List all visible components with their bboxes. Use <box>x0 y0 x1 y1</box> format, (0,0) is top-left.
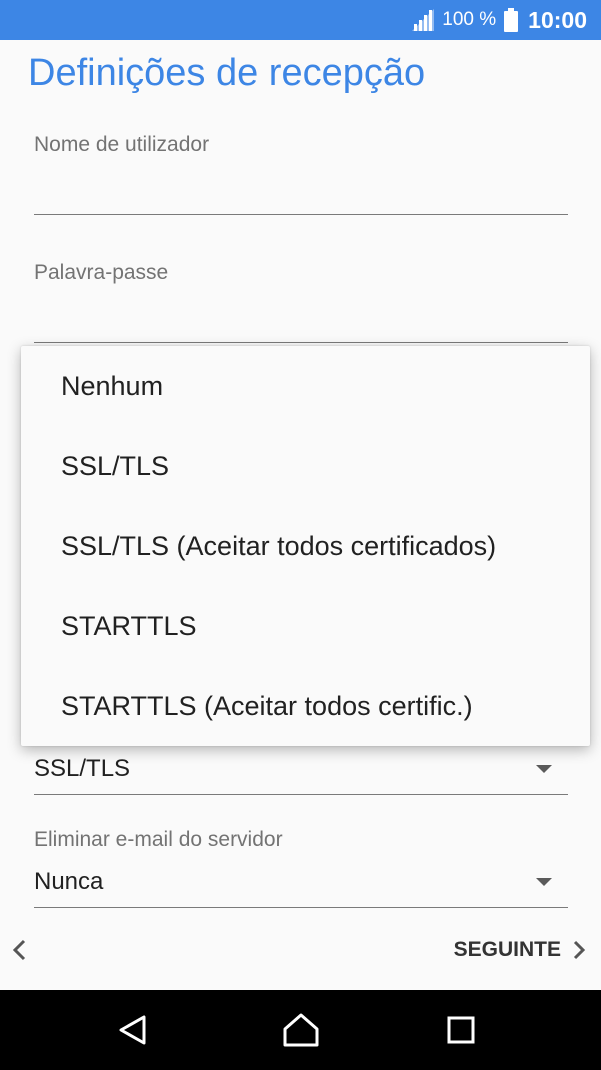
dropdown-option-ssl-tls-accept-all[interactable]: SSL/TLS (Aceitar todos certificados) <box>21 506 590 586</box>
nav-home-icon <box>283 1013 319 1047</box>
security-type-dropdown: Nenhum SSL/TLS SSL/TLS (Aceitar todos ce… <box>21 346 590 746</box>
dropdown-option-starttls-accept-all[interactable]: STARTTLS (Aceitar todos certific.) <box>21 666 590 746</box>
delete-email-label: Eliminar e-mail do servidor <box>34 828 283 851</box>
next-button-label: SEGUINTE <box>453 938 561 961</box>
security-type-select[interactable]: SSL/TLS <box>34 749 568 789</box>
password-input[interactable] <box>34 300 568 340</box>
delete-email-value: Nunca <box>34 868 104 895</box>
delete-email-select[interactable]: Nunca <box>34 862 568 902</box>
nav-recents-icon <box>447 1016 475 1044</box>
password-label: Palavra-passe <box>34 261 169 284</box>
clock: 10:00 <box>528 6 587 33</box>
next-button[interactable]: SEGUINTE <box>454 933 587 967</box>
signal-icon <box>412 9 435 31</box>
page-title: Definições de recepção <box>28 52 426 94</box>
nav-back-icon <box>119 1015 146 1045</box>
battery-icon <box>504 8 519 32</box>
dropdown-option-ssl-tls[interactable]: SSL/TLS <box>21 426 590 506</box>
caret-down-icon <box>536 878 552 886</box>
chevron-left-icon[interactable] <box>10 937 30 963</box>
delete-email-underline <box>34 907 568 908</box>
security-type-value: SSL/TLS <box>34 755 131 782</box>
status-bar: 100 % 10:00 <box>0 0 601 40</box>
chevron-right-icon <box>573 940 586 960</box>
password-underline <box>34 342 568 343</box>
nav-home-button[interactable] <box>275 1004 327 1056</box>
dropdown-option-starttls[interactable]: STARTTLS <box>21 586 590 666</box>
dropdown-option-none[interactable]: Nenhum <box>21 346 590 426</box>
nav-recents-button[interactable] <box>435 1004 487 1056</box>
username-label: Nome de utilizador <box>34 133 210 156</box>
navigation-bar <box>0 990 601 1070</box>
battery-percent: 100 % <box>442 9 497 30</box>
caret-down-icon <box>536 765 552 773</box>
security-type-underline <box>34 794 568 795</box>
username-input[interactable] <box>34 172 568 212</box>
nav-back-button[interactable] <box>107 1004 159 1056</box>
username-underline <box>34 214 568 215</box>
